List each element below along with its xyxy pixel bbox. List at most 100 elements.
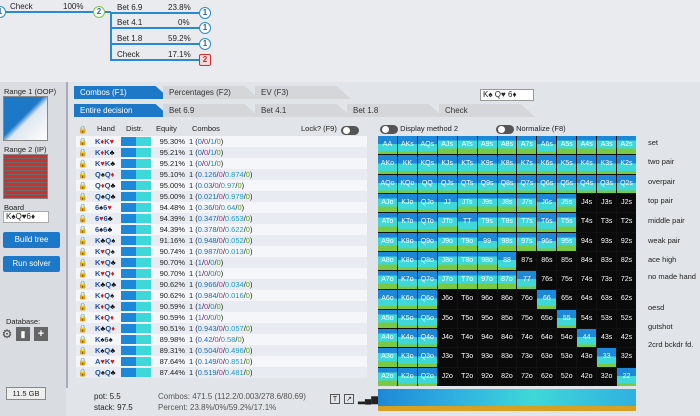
grid-cell[interactable]: J6s (537, 193, 557, 213)
tree-node[interactable]: 1 (199, 7, 211, 19)
grid-cell[interactable]: J4o (437, 329, 457, 348)
grid-cell[interactable]: Q6s (537, 174, 557, 193)
tab-entire-decision[interactable]: Entire decision (74, 104, 170, 117)
grid-cell[interactable]: 84s (577, 251, 597, 271)
lock-icon[interactable]: 🔒 (76, 213, 93, 224)
lock-icon[interactable]: 🔒 (76, 356, 93, 367)
grid-cell[interactable]: 97o (477, 271, 497, 290)
grid-cell[interactable]: KJo (397, 193, 417, 213)
grid-cell[interactable]: K6s (537, 155, 557, 174)
grid-cell[interactable]: J8o (437, 251, 457, 271)
grid-cell[interactable]: A8o (378, 251, 397, 271)
grid-cell[interactable]: T9s (477, 213, 497, 232)
grid-cell[interactable]: K9s (477, 155, 497, 174)
chart-icon[interactable]: ▮ (16, 327, 30, 341)
display-method-toggle[interactable] (380, 124, 398, 134)
normalize-control[interactable]: Normalize (F8) (496, 124, 566, 134)
tab-ev[interactable]: EV (F3) (255, 86, 351, 99)
grid-cell[interactable]: 94o (477, 329, 497, 348)
grid-cell[interactable]: 65s (557, 290, 577, 309)
grid-cell[interactable]: J7o (437, 271, 457, 290)
grid-cell[interactable]: T3o (457, 348, 477, 367)
lock-icon[interactable]: 🔒 (76, 323, 93, 334)
plus-icon[interactable]: + (34, 327, 48, 341)
grid-cell[interactable]: 75s (557, 271, 577, 290)
normalize-toggle[interactable] (496, 124, 514, 134)
grid-cell[interactable]: TT (457, 213, 477, 232)
grid-cell[interactable]: KQs (417, 155, 437, 174)
grid-cell[interactable]: T4o (457, 329, 477, 348)
lock-icon[interactable]: 🔒 (76, 191, 93, 202)
table-row[interactable]: 🔒 K♦Q♣ 90.59% 1 (1/0/0/0) (76, 301, 367, 312)
grid-cell[interactable]: K8s (497, 155, 517, 174)
grid-cell[interactable]: J4s (577, 193, 597, 213)
tab-check[interactable]: Check (439, 104, 535, 117)
tab-combos[interactable]: Combos (F1) (74, 86, 170, 99)
grid-cell[interactable]: 43o (577, 348, 597, 367)
grid-cell[interactable]: Q4s (577, 174, 597, 193)
grid-cell[interactable]: J3o (437, 348, 457, 367)
lock-icon[interactable]: 🔒 (76, 345, 93, 356)
grid-cell[interactable]: A2o (378, 367, 397, 386)
grid-cell[interactable]: 75o (517, 309, 537, 329)
grid-cell[interactable]: K9o (397, 232, 417, 251)
grid-cell[interactable]: 22 (617, 367, 636, 386)
table-row[interactable]: 🔒 6♥6♣ 94.39% 1 (0.347/0/0.653/0) (76, 213, 367, 224)
grid-cell[interactable]: 96o (477, 290, 497, 309)
grid-cell[interactable]: T7o (457, 271, 477, 290)
grid-cell[interactable]: A6o (378, 290, 397, 309)
grid-cell[interactable]: 92o (477, 367, 497, 386)
grid-cell[interactable]: A7s (517, 136, 537, 155)
grid-cell[interactable]: KK (397, 155, 417, 174)
grid-cell[interactable]: 86s (537, 251, 557, 271)
grid-cell[interactable]: AJs (437, 136, 457, 155)
lock-icon[interactable]: 🔒 (76, 279, 93, 290)
tab-bet-6-9[interactable]: Bet 6.9 (163, 104, 259, 117)
grid-cell[interactable]: J5o (437, 309, 457, 329)
grid-cell[interactable]: J6o (437, 290, 457, 309)
grid-cell[interactable]: A4o (378, 329, 397, 348)
grid-cell[interactable]: Q8o (417, 251, 437, 271)
grid-cell[interactable]: K4o (397, 329, 417, 348)
grid-cell[interactable]: 84o (497, 329, 517, 348)
grid-cell[interactable]: T8o (457, 251, 477, 271)
grid-cell[interactable]: 55 (557, 309, 577, 329)
grid-cell[interactable]: Q9o (417, 232, 437, 251)
grid-cell[interactable]: 72s (617, 271, 636, 290)
grid-cell[interactable]: QQ (417, 174, 437, 193)
grid-cell[interactable]: 88 (497, 251, 517, 271)
grid-cell[interactable]: AKo (378, 155, 397, 174)
grid-cell[interactable]: A8s (497, 136, 517, 155)
grid-cell[interactable]: Q7o (417, 271, 437, 290)
grid-cell[interactable]: 99 (477, 232, 497, 251)
grid-cell[interactable]: T2s (617, 213, 636, 232)
grid-cell[interactable]: Q7s (517, 174, 537, 193)
range2-matrix[interactable] (3, 154, 48, 199)
grid-cell[interactable]: T3s (597, 213, 617, 232)
grid-cell[interactable]: T6o (457, 290, 477, 309)
lock-icon[interactable]: 🔒 (76, 301, 93, 312)
grid-cell[interactable]: 32s (617, 348, 636, 367)
grid-cell[interactable]: A2s (617, 136, 636, 155)
grid-cell[interactable]: J5s (557, 193, 577, 213)
table-row[interactable]: 🔒 K♥Q♣ 90.70% 1 (1/0/0/0) (76, 257, 367, 268)
table-row[interactable]: 🔒 K♣Q♠ 91.16% 1 (0.948/0/0.052/0) (76, 235, 367, 246)
grid-cell[interactable]: 72o (517, 367, 537, 386)
grid-cell[interactable]: AQs (417, 136, 437, 155)
grid-cell[interactable]: KTo (397, 213, 417, 232)
grid-cell[interactable]: K4s (577, 155, 597, 174)
grid-cell[interactable]: Q3s (597, 174, 617, 193)
table-row[interactable]: 🔒 K♦Q♦ 90.59% 1 (1/0/0/0) (76, 312, 367, 323)
grid-cell[interactable]: A3s (597, 136, 617, 155)
lock-icon[interactable]: 🔒 (76, 257, 93, 268)
grid-cell[interactable]: Q4o (417, 329, 437, 348)
grid-cell[interactable]: 97s (517, 232, 537, 251)
tree-node-check[interactable]: 2 (199, 54, 211, 66)
text-export-icon[interactable]: T (330, 394, 340, 404)
grid-cell[interactable]: AQo (378, 174, 397, 193)
grid-cell[interactable]: 33 (597, 348, 617, 367)
grid-cell[interactable]: QTo (417, 213, 437, 232)
grid-cell[interactable]: 63o (537, 348, 557, 367)
table-row[interactable]: 🔒 Q♦Q♣ 95.00% 1 (0.03/0/0.97/0) (76, 180, 367, 191)
grid-cell[interactable]: 85o (497, 309, 517, 329)
